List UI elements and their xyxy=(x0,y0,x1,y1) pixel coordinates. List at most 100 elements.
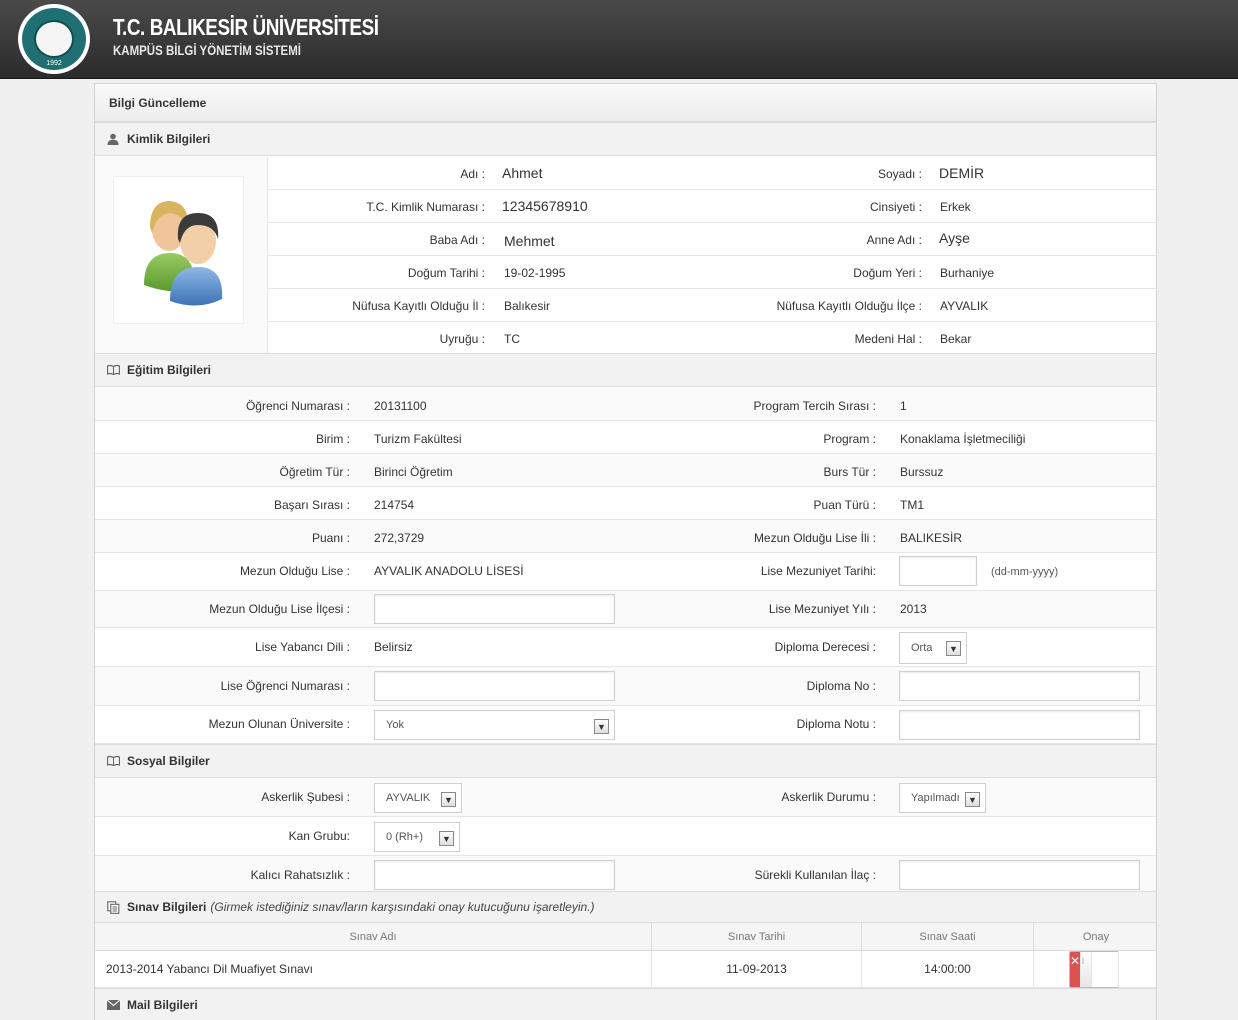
military-status-select[interactable]: Yapılmadı ▼ xyxy=(899,783,986,813)
section-mail: Mail Bilgileri xyxy=(95,988,1156,1020)
field-value: Turizm Fakültesi xyxy=(374,432,462,446)
egitim-row: Mezun Olunan Üniversite : Yok ▼ Diploma … xyxy=(95,706,1156,744)
select-value: Yok xyxy=(386,719,404,731)
chronic-illness-input[interactable] xyxy=(374,860,615,890)
field-label: Medeni Hal : xyxy=(854,332,922,346)
field-value: Ayşe xyxy=(939,230,970,246)
field-label: Başarı Sırası : xyxy=(273,498,350,512)
egitim-row: Lise Yabancı Dili : Belirsiz Diploma Der… xyxy=(95,628,1156,667)
column-header: Onay xyxy=(1082,931,1110,943)
field-value: Belirsiz xyxy=(374,640,413,654)
field-label: Program Tercih Sırası : xyxy=(753,399,876,413)
field-value: Balıkesir xyxy=(504,299,551,313)
field-label: Diploma No : xyxy=(806,679,876,693)
table-row: 2013-2014 Yabancı Dil Muafiyet Sınavı 11… xyxy=(95,951,1156,988)
logo-year: 1992 xyxy=(46,60,62,67)
book-icon xyxy=(106,364,121,376)
panel-title: Bilgi Güncelleme xyxy=(95,84,1156,122)
medication-input[interactable] xyxy=(899,860,1140,890)
field-label: Mezun Olduğu Lise İlçesi : xyxy=(209,602,350,616)
field-label: Öğretim Tür : xyxy=(279,465,350,479)
egitim-row: Başarı Sırası : 214754 Puan Türü : TM1 xyxy=(95,487,1156,520)
chevron-down-icon: ▼ xyxy=(439,831,454,846)
field-label: Doğum Tarihi : xyxy=(407,266,485,280)
diploma-no-input[interactable] xyxy=(899,671,1140,701)
field-label: Birim : xyxy=(316,432,350,446)
kimlik-row: T.C. Kimlik Numarası : 12345678910 Cinsi… xyxy=(268,190,1158,223)
kimlik-row: Adı : Ahmet Soyadı : DEMİR xyxy=(268,157,1158,190)
field-value: Bekar xyxy=(940,332,972,346)
field-value: 19-02-1995 xyxy=(504,266,566,280)
section-mail-title: Mail Bilgileri xyxy=(127,998,198,1012)
field-value: AYVALIK ANADOLU LİSESİ xyxy=(374,564,524,578)
field-value: Birinci Öğretim xyxy=(374,465,453,479)
field-label: Cinsiyeti : xyxy=(869,200,922,214)
chevron-down-icon: ▼ xyxy=(594,719,609,734)
diploma-degree-select[interactable]: Orta ▼ xyxy=(899,632,967,664)
section-egitim: Eğitim Bilgileri xyxy=(95,353,1156,387)
field-label: Program : xyxy=(823,432,876,446)
field-label: Mezun Olunan Üniversite : xyxy=(208,717,350,731)
field-value: Burhaniye xyxy=(940,266,995,280)
field-label: Mezun Olduğu Lise : xyxy=(239,564,350,578)
field-label: Askerlik Şubesi : xyxy=(261,790,350,804)
field-label: Soyadı : xyxy=(877,167,922,181)
section-kimlik: Kimlik Bilgileri xyxy=(95,122,1156,156)
lise-student-number-input[interactable] xyxy=(374,671,615,701)
field-value: 2013 xyxy=(900,602,927,616)
university-select[interactable]: Yok ▼ xyxy=(374,710,615,740)
field-value: AYVALIK xyxy=(940,299,989,313)
field-label: Nüfusa Kayıtlı Olduğu İlçe : xyxy=(776,299,922,313)
field-label: Doğum Yeri : xyxy=(853,266,922,280)
field-value: Ahmet xyxy=(502,165,543,181)
select-value: 0 (Rh+) xyxy=(386,831,423,843)
chevron-down-icon: ▼ xyxy=(946,641,961,656)
field-value: DEMİR xyxy=(939,165,985,181)
mail-icon xyxy=(106,999,121,1011)
field-value: Konaklama İşletmeciliği xyxy=(900,432,1026,446)
kimlik-row: Baba Adı : Mehmet Anne Adı : Ayşe xyxy=(268,223,1158,256)
university-logo: 1992 xyxy=(18,4,90,74)
kimlik-row: Uyruğu : TC Medeni Hal : Bekar xyxy=(268,322,1158,354)
field-label: Diploma Derecesi : xyxy=(774,640,876,654)
section-sosyal: Sosyal Bilgiler xyxy=(95,744,1156,778)
section-kimlik-title: Kimlik Bilgileri xyxy=(127,132,211,146)
field-label: Kan Grubu: xyxy=(288,829,350,843)
blood-type-select[interactable]: 0 (Rh+) ▼ xyxy=(374,822,460,852)
field-label: Lise Mezuniyet Yılı : xyxy=(768,602,876,616)
update-panel: Bilgi Güncelleme Kimlik Bilgileri Adı: … xyxy=(94,83,1158,1020)
field-value: 12345678910 xyxy=(502,198,588,214)
photo-cell xyxy=(95,157,268,354)
exam-time: 14:00:00 xyxy=(862,951,1034,988)
egitim-row: Mezun Olduğu Lise : AYVALIK ANADOLU LİSE… xyxy=(95,553,1156,591)
field-label: Öğrenci Numarası : xyxy=(245,399,350,413)
section-egitim-title: Eğitim Bilgileri xyxy=(127,363,212,377)
select-value: AYVALIK xyxy=(386,792,431,804)
section-sinav: Sınav Bilgileri (Girmek istediğiniz sına… xyxy=(95,891,1156,923)
user-icon xyxy=(107,133,119,145)
egitim-row: Öğrenci Numarası : 20131100 Program Terc… xyxy=(95,388,1156,421)
column-header: Sınav Saati xyxy=(862,923,1034,951)
field-value: 214754 xyxy=(374,498,415,512)
military-branch-select[interactable]: AYVALIK ▼ xyxy=(374,783,462,813)
field-label: Uyruğu : xyxy=(439,332,485,346)
egitim-row: Birim : Turizm Fakültesi Program : Konak… xyxy=(95,421,1156,454)
date-format-hint: (dd-mm-yyyy) xyxy=(991,566,1059,578)
graduation-date-input[interactable] xyxy=(899,556,977,586)
field-value: BALIKESİR xyxy=(900,531,963,545)
field-label: Diploma Notu : xyxy=(796,717,876,731)
sosyal-row: Askerlik Şubesi : AYVALIK ▼ Askerlik Dur… xyxy=(95,779,1156,817)
diploma-grade-input[interactable] xyxy=(899,710,1140,740)
lise-ilce-input[interactable] xyxy=(374,594,615,624)
chevron-down-icon: ▼ xyxy=(965,792,980,807)
close-icon: ✕ xyxy=(1070,952,1082,987)
field-label: T.C. Kimlik Numarası : xyxy=(366,200,485,214)
field-label: Mezun Olduğu Lise İli : xyxy=(753,531,876,545)
egitim-row: Puanı : 272,3729 Mezun Olduğu Lise İli :… xyxy=(95,520,1156,553)
column-header: Sınav Tarihi xyxy=(652,923,862,951)
section-sinav-title: Sınav Bilgileri xyxy=(127,900,207,914)
book-icon xyxy=(106,755,121,767)
field-label: Askerlik Durumu : xyxy=(781,790,876,804)
copy-icon xyxy=(107,901,120,914)
approval-toggle[interactable]: III ✕ xyxy=(1069,951,1119,988)
